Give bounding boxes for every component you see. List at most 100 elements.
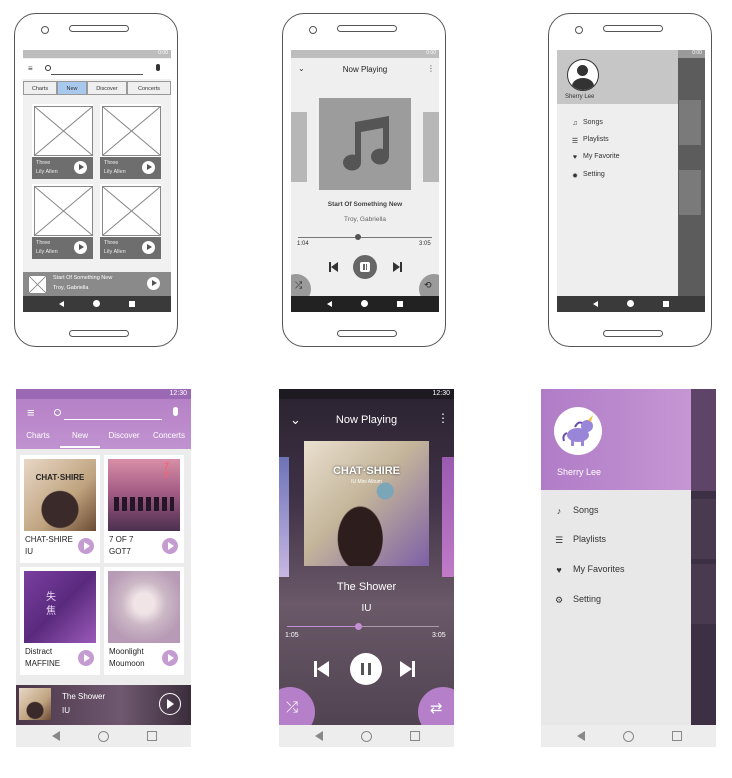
recents-icon[interactable]: [672, 731, 682, 741]
bottom-bezel: [69, 330, 129, 337]
menu-label: My Favorite: [583, 153, 620, 160]
menu-item-setting[interactable]: ✹ Setting: [557, 168, 678, 188]
mini-player[interactable]: The Shower IU: [16, 685, 191, 725]
speaker-grille: [603, 25, 663, 32]
album-tile[interactable]: Moonlight Moumoon: [104, 567, 184, 675]
play-icon[interactable]: [74, 241, 87, 254]
album-artist: Moumoon: [109, 659, 145, 668]
search-input[interactable]: [64, 419, 162, 420]
gear-icon: ⚙: [554, 595, 564, 605]
home-icon[interactable]: [361, 731, 372, 742]
album-title: Three: [104, 240, 119, 246]
search-input[interactable]: [51, 74, 143, 75]
back-icon[interactable]: [59, 301, 64, 307]
status-time: 12:30: [169, 390, 187, 397]
home-icon[interactable]: [627, 300, 634, 307]
play-icon[interactable]: [142, 161, 155, 174]
progress-knob[interactable]: [354, 623, 362, 630]
recents-icon[interactable]: [129, 301, 135, 307]
album-artist: Lily Allen: [36, 169, 58, 175]
play-icon[interactable]: [78, 650, 94, 666]
tab-new[interactable]: New: [60, 431, 100, 440]
menu-label: Setting: [583, 171, 605, 178]
avatar[interactable]: [554, 407, 602, 455]
unicorn-icon: [562, 415, 593, 446]
duration-time: 3:05: [432, 632, 446, 639]
pause-button[interactable]: [350, 653, 382, 685]
mini-play-icon[interactable]: [147, 277, 160, 290]
album-tile[interactable]: Three Lily Allen: [32, 184, 93, 259]
wireframe-drawer-screen: 0:00 Sherry Lee ♫ Songs ☰ Playlists ♥ My Fa…: [557, 50, 705, 312]
navigation-bar: [279, 725, 454, 747]
heart-icon: ♥: [572, 154, 578, 161]
recents-icon[interactable]: [410, 731, 420, 741]
player-screen: 12:30 ⌄ Now Playing ⋮ CHAT·SHIRE IU Mini…: [279, 389, 454, 747]
microphone-icon[interactable]: [156, 64, 160, 71]
menu-label: Songs: [573, 505, 599, 515]
more-options-icon[interactable]: ⋮: [437, 411, 449, 425]
album-tile[interactable]: 失 焦 Distract MAFFINE: [20, 567, 100, 675]
tab-charts[interactable]: Charts: [20, 431, 56, 440]
progress-knob[interactable]: [355, 234, 362, 240]
home-icon[interactable]: [361, 300, 368, 307]
skip-previous-icon[interactable]: [314, 661, 329, 677]
tab-bar: Charts New Discover Concerts: [23, 81, 171, 95]
back-icon[interactable]: [577, 731, 585, 741]
hamburger-menu-icon[interactable]: ≡: [28, 65, 33, 73]
album-title: Three: [36, 240, 51, 246]
more-options-icon[interactable]: ⋮: [427, 64, 435, 73]
album-tile[interactable]: Three Lily Allen: [100, 184, 161, 259]
skip-next-icon[interactable]: [400, 661, 415, 677]
play-icon[interactable]: [162, 650, 178, 666]
mini-player-title: Start Of Something New: [53, 275, 113, 281]
home-icon[interactable]: [93, 300, 100, 307]
back-icon[interactable]: [315, 731, 323, 741]
album-title: 7 OF 7: [109, 535, 134, 544]
avatar[interactable]: [567, 59, 599, 91]
back-icon[interactable]: [52, 731, 60, 741]
elapsed-time: 1:05: [285, 632, 299, 639]
tab-discover[interactable]: Discover: [87, 81, 127, 95]
album-tile[interactable]: Three Lily Allen: [100, 104, 161, 179]
home-icon[interactable]: [623, 731, 634, 742]
back-icon[interactable]: [327, 301, 332, 307]
album-tile[interactable]: Three Lily Allen: [32, 104, 93, 179]
play-icon[interactable]: [162, 538, 178, 554]
bottom-bezel: [603, 330, 663, 337]
tab-concerts[interactable]: Concerts: [148, 431, 190, 440]
album-tile[interactable]: 7 7 7 OF 7 GOT7: [104, 455, 184, 563]
back-icon[interactable]: [593, 301, 598, 307]
dimmed-content: [691, 564, 716, 624]
tab-discover[interactable]: Discover: [104, 431, 144, 440]
album-tile[interactable]: CHAT·SHIRE CHAT-SHIRE IU: [20, 455, 100, 563]
menu-item-playlists[interactable]: ☰ Playlists: [541, 531, 691, 551]
play-icon[interactable]: [74, 161, 87, 174]
menu-item-my-favorite[interactable]: ♥ My Favorite: [557, 150, 678, 170]
recents-icon[interactable]: [663, 301, 669, 307]
tab-concerts[interactable]: Concerts: [127, 81, 171, 95]
play-icon[interactable]: [78, 538, 94, 554]
mini-play-icon[interactable]: [159, 693, 181, 715]
progress-track[interactable]: [298, 237, 432, 238]
dimmed-content: [691, 499, 716, 559]
menu-item-my-favorites[interactable]: ♥ My Favorites: [541, 561, 691, 581]
menu-item-songs[interactable]: ♪ Songs: [541, 502, 691, 522]
progress-fill: [287, 626, 359, 627]
play-icon[interactable]: [142, 241, 155, 254]
tab-charts[interactable]: Charts: [23, 81, 57, 95]
active-tab-indicator: [60, 446, 100, 448]
skip-previous-icon[interactable]: [329, 262, 338, 272]
tab-new[interactable]: New: [57, 81, 87, 95]
pause-button[interactable]: [353, 255, 377, 279]
album-artist: IU: [25, 547, 33, 556]
mini-player-title: The Shower: [62, 692, 106, 701]
hamburger-menu-icon[interactable]: ≡: [27, 406, 35, 419]
menu-item-setting[interactable]: ⚙ Setting: [541, 591, 691, 611]
skip-next-icon[interactable]: [393, 262, 402, 272]
recents-icon[interactable]: [147, 731, 157, 741]
mini-player[interactable]: Start Of Something New Troy, Gabriella: [23, 272, 171, 296]
recents-icon[interactable]: [397, 301, 403, 307]
microphone-icon[interactable]: [173, 407, 178, 416]
home-icon[interactable]: [98, 731, 109, 742]
wireframe-phone-player: 0:00 ⌄ Now Playing ⋮ Start Of Something …: [282, 13, 446, 347]
